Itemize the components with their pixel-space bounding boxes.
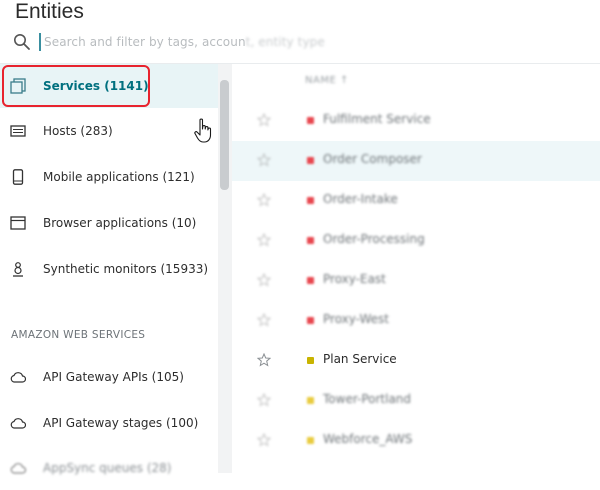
- entity-table: NAME ↑ Fulfilment Service Order Composer…: [232, 64, 600, 473]
- sidebar-item-appsync-queues[interactable]: AppSync queues (28): [0, 446, 218, 490]
- annotation-highlight-box: [2, 65, 150, 107]
- entity-name[interactable]: Fulfilment Service: [323, 112, 431, 126]
- star-icon[interactable]: [257, 233, 271, 247]
- section-heading-aws: AMAZON WEB SERVICES: [11, 329, 146, 341]
- sidebar-item-label: Browser applications (10): [43, 216, 197, 230]
- table-row[interactable]: Plan Service: [232, 341, 600, 381]
- status-indicator: [307, 357, 314, 364]
- table-row[interactable]: Order-Processing: [232, 221, 600, 261]
- status-indicator: [307, 437, 314, 444]
- sidebar-scrollbar-thumb[interactable]: [220, 80, 229, 190]
- entity-name[interactable]: Order-Processing: [323, 232, 425, 246]
- table-row[interactable]: Tower-Portland: [232, 381, 600, 421]
- search-placeholder-faded: t, entity type: [245, 35, 325, 49]
- entity-name[interactable]: Proxy-West: [323, 312, 389, 326]
- star-icon[interactable]: [257, 393, 271, 407]
- sidebar-item-api-gateway-apis[interactable]: API Gateway APIs (105): [0, 355, 218, 399]
- browser-icon: [10, 216, 26, 230]
- search-placeholder-text: Search and filter by tags, accoun: [44, 35, 246, 49]
- sidebar-item-label: Synthetic monitors (15933): [43, 262, 209, 276]
- sidebar-item-label: API Gateway stages (100): [43, 416, 199, 430]
- table-row[interactable]: Order-Intake: [232, 181, 600, 221]
- cloud-icon: [10, 372, 26, 383]
- star-icon[interactable]: [257, 273, 271, 287]
- cloud-icon: [10, 418, 26, 429]
- entity-name[interactable]: Plan Service: [323, 352, 397, 366]
- table-row[interactable]: Order Composer: [232, 141, 600, 181]
- status-indicator: [307, 397, 314, 404]
- table-row[interactable]: Fulfilment Service: [232, 101, 600, 141]
- entity-name[interactable]: Proxy-East: [323, 272, 386, 286]
- hand-cursor-icon: [194, 118, 212, 143]
- status-indicator: [307, 317, 314, 324]
- status-indicator: [307, 117, 314, 124]
- search-caret: [39, 33, 41, 51]
- status-indicator: [307, 197, 314, 204]
- search-input[interactable]: Search and filter by tags, account, enti…: [44, 35, 325, 49]
- star-icon[interactable]: [257, 113, 271, 127]
- sidebar-item-label: API Gateway APIs (105): [43, 370, 184, 384]
- entity-name[interactable]: Order-Intake: [323, 192, 398, 206]
- star-icon[interactable]: [257, 313, 271, 327]
- cloud-icon: [10, 463, 26, 474]
- entity-name[interactable]: Webforce_AWS: [323, 432, 412, 446]
- sidebar-item-mobile-applications[interactable]: Mobile applications (121): [0, 155, 218, 199]
- sidebar-item-api-gateway-stages[interactable]: API Gateway stages (100): [0, 401, 218, 445]
- table-row[interactable]: Webforce_AWS: [232, 421, 600, 461]
- status-indicator: [307, 237, 314, 244]
- sidebar-item-synthetic-monitors[interactable]: Synthetic monitors (15933): [0, 247, 218, 291]
- page-title: Entities: [15, 0, 84, 23]
- synthetic-monitor-icon: [13, 262, 23, 277]
- table-row[interactable]: Proxy-West: [232, 301, 600, 341]
- sidebar-item-label: Hosts (283): [43, 124, 113, 138]
- status-indicator: [307, 277, 314, 284]
- star-icon[interactable]: [257, 353, 271, 367]
- entity-name[interactable]: Order Composer: [323, 152, 422, 166]
- column-header-name[interactable]: NAME ↑: [305, 75, 349, 86]
- mobile-icon: [12, 169, 24, 185]
- hosts-icon: [10, 125, 26, 137]
- sidebar-item-hosts[interactable]: Hosts (283): [0, 109, 218, 153]
- star-icon[interactable]: [257, 153, 271, 167]
- entity-name[interactable]: Tower-Portland: [323, 392, 411, 406]
- sidebar-item-label: Mobile applications (121): [43, 170, 195, 184]
- sidebar-item-browser-applications[interactable]: Browser applications (10): [0, 201, 218, 245]
- table-row[interactable]: Proxy-East: [232, 261, 600, 301]
- status-indicator: [307, 157, 314, 164]
- star-icon[interactable]: [257, 193, 271, 207]
- star-icon[interactable]: [257, 433, 271, 447]
- search-icon: [14, 34, 30, 50]
